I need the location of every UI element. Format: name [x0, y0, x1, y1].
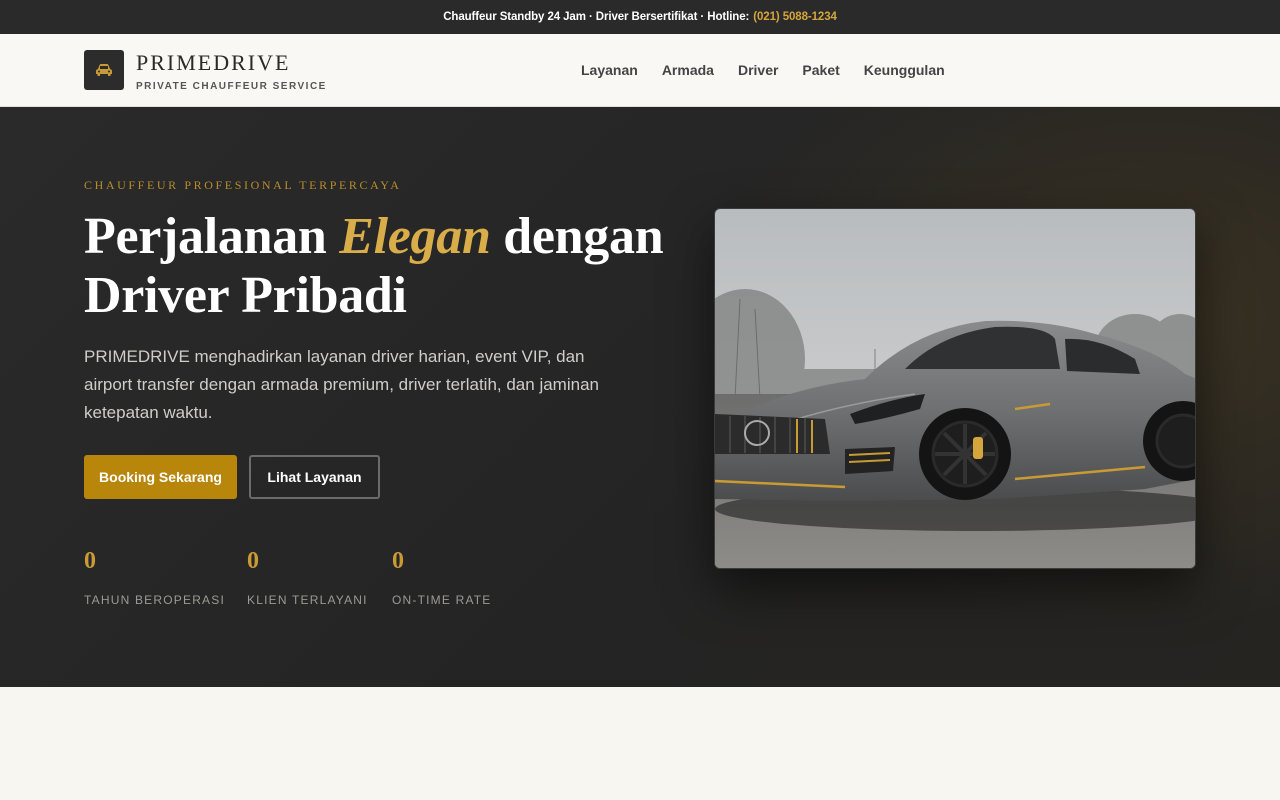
- site-header: PRIMEDRIVE PRIVATE CHAUFFEUR SERVICE Lay…: [0, 34, 1280, 107]
- nav-item-armada[interactable]: Armada: [662, 62, 714, 78]
- brand-tagline: PRIVATE CHAUFFEUR SERVICE: [136, 81, 327, 92]
- hero-title-accent: Elegan: [339, 208, 491, 265]
- stat-ontime: 0 ON-TIME RATE: [392, 547, 492, 607]
- hero-eyebrow: CHAUFFEUR PROFESIONAL TERPERCAYA: [84, 178, 402, 192]
- nav-item-keunggulan[interactable]: Keunggulan: [864, 62, 945, 78]
- hero-title-start: Perjalanan: [84, 208, 340, 265]
- nav-item-driver[interactable]: Driver: [738, 62, 778, 78]
- brand-name: PRIMEDRIVE: [136, 50, 291, 75]
- stat-label: ON-TIME RATE: [392, 593, 492, 607]
- brand-logo[interactable]: PRIMEDRIVE PRIVATE CHAUFFEUR SERVICE: [84, 50, 327, 92]
- stat-value: 0: [247, 548, 259, 574]
- announcement-text: Chauffeur Standby 24 Jam · Driver Berser…: [443, 11, 750, 23]
- stat-label: TAHUN BEROPERASI: [84, 593, 225, 607]
- stat-clients: 0 KLIEN TERLAYANI: [247, 547, 368, 607]
- hero-car-photo: [714, 208, 1196, 569]
- stat-years: 0 TAHUN BEROPERASI: [84, 547, 225, 607]
- stat-label: KLIEN TERLAYANI: [247, 593, 368, 607]
- car-icon: [84, 50, 124, 90]
- stat-value: 0: [84, 548, 96, 574]
- hero-section: CHAUFFEUR PROFESIONAL TERPERCAYA Perjala…: [0, 107, 1280, 687]
- announcement-bar: Chauffeur Standby 24 Jam · Driver Berser…: [0, 0, 1280, 34]
- hotline-number[interactable]: (021) 5088-1234: [753, 11, 837, 23]
- hero-title: Perjalanan Elegan dengan Driver Pribadi: [84, 207, 704, 325]
- main-nav: Layanan Armada Driver Paket Keunggulan: [581, 34, 969, 106]
- nav-item-layanan[interactable]: Layanan: [581, 62, 638, 78]
- view-services-button[interactable]: Lihat Layanan: [249, 455, 380, 499]
- hero-description: PRIMEDRIVE menghadirkan layanan driver h…: [84, 347, 599, 422]
- stat-value: 0: [392, 548, 404, 574]
- nav-item-paket[interactable]: Paket: [802, 62, 839, 78]
- booking-button[interactable]: Booking Sekarang: [84, 455, 237, 499]
